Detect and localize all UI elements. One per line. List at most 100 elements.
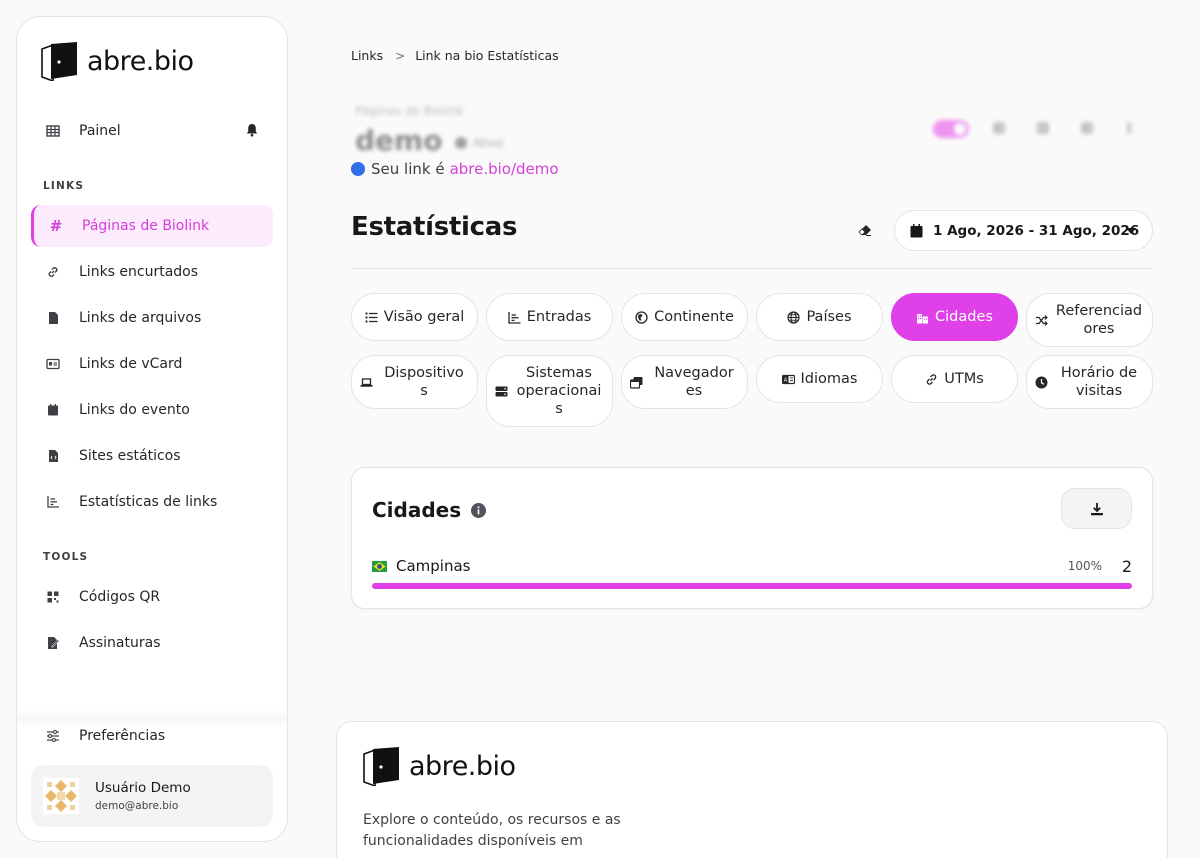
sliders-icon xyxy=(31,729,75,743)
footer-description: Explore o conteúdo, os recursos e as fun… xyxy=(363,812,621,849)
sidebar-item-label: Painel xyxy=(79,123,121,139)
tab-visit-hours[interactable]: Horário de visitas xyxy=(1026,355,1153,409)
user-email: demo@abre.bio xyxy=(95,800,179,812)
biolink-header-blurred: Páginas de Biolink demo Ativo xyxy=(351,100,1153,162)
globe-icon xyxy=(787,310,801,324)
active-toggle[interactable] xyxy=(933,120,969,138)
tab-overview[interactable]: Visão geral xyxy=(351,293,478,341)
tab-label: Países xyxy=(806,309,852,325)
sidebar-item-qr-codes[interactable]: Códigos QR xyxy=(31,576,273,618)
info-icon[interactable] xyxy=(471,502,487,518)
file-code-icon xyxy=(31,449,75,463)
tab-label: Continente xyxy=(654,309,734,325)
user-name: Usuário Demo xyxy=(95,780,191,796)
bell-icon[interactable] xyxy=(245,123,259,137)
link-icon xyxy=(31,265,75,279)
page-subtitle: Páginas de Biolink xyxy=(355,104,464,118)
tab-entries[interactable]: Entradas xyxy=(486,293,613,341)
sidebar-item-signatures[interactable]: Assinaturas xyxy=(31,622,273,664)
shuffle-icon xyxy=(1035,314,1048,327)
footer-brand-logo[interactable]: abre.bio xyxy=(361,746,516,786)
table-row: Campinas 100% 2 xyxy=(372,556,1132,576)
copy-icon[interactable] xyxy=(993,122,1005,134)
download-button[interactable] xyxy=(1061,488,1132,529)
table-icon xyxy=(31,124,75,138)
city-icon xyxy=(916,311,929,324)
tab-continent[interactable]: Continente xyxy=(621,293,748,341)
brand-logo[interactable]: abre.bio xyxy=(39,41,194,81)
city-percent: 100% xyxy=(1067,559,1102,573)
sidebar-item-label: Assinaturas xyxy=(79,635,161,651)
breadcrumb-current: Link na bio Estatísticas xyxy=(415,48,559,63)
chart-icon xyxy=(31,495,75,509)
brand-name: abre.bio xyxy=(409,750,516,782)
door-logo-icon xyxy=(363,747,399,786)
globe-africa-icon xyxy=(635,310,648,324)
sidebar-item-label: Links de vCard xyxy=(79,356,183,372)
biolink-url[interactable]: abre.bio/demo xyxy=(450,160,559,178)
sidebar-item-label: Sites estáticos xyxy=(79,448,181,464)
cities-card: Cidades Campinas 100% 2 xyxy=(351,467,1153,609)
external-link-icon[interactable] xyxy=(1037,122,1049,134)
language-icon: A xyxy=(781,373,795,386)
tab-cities[interactable]: Cidades xyxy=(891,293,1018,341)
brazil-flag-icon xyxy=(372,560,387,572)
clock-icon xyxy=(1035,376,1048,389)
tab-languages[interactable]: A Idiomas xyxy=(756,355,883,403)
breadcrumb-links[interactable]: Links xyxy=(351,48,383,63)
tab-browsers[interactable]: Navegador es xyxy=(621,355,748,409)
sidebar: abre.bio Painel LINKS # Páginas de Bioli… xyxy=(16,16,288,842)
city-progress-bar xyxy=(372,583,1132,589)
link-icon xyxy=(925,373,938,386)
card-title-text: Cidades xyxy=(372,498,462,522)
more-options-icon[interactable] xyxy=(1127,122,1131,134)
tab-referrers[interactable]: Referenciad ores xyxy=(1026,293,1153,347)
id-card-icon xyxy=(31,357,75,371)
sidebar-item-preferences[interactable]: Preferências xyxy=(31,715,273,757)
tab-countries[interactable]: Países xyxy=(756,293,883,341)
sidebar-item-vcard-links[interactable]: Links de vCard xyxy=(31,343,273,385)
sidebar-item-label: Links do evento xyxy=(79,402,190,418)
stats-title: Estatísticas xyxy=(351,212,518,242)
chevron-down-icon xyxy=(1126,228,1136,234)
status-badge: Ativo xyxy=(455,136,503,150)
tab-utms[interactable]: UTMs xyxy=(891,355,1018,403)
list-icon xyxy=(365,311,378,324)
sidebar-item-label: Códigos QR xyxy=(79,589,161,605)
city-name: Campinas xyxy=(396,557,471,575)
status-dot-icon xyxy=(455,137,467,149)
breadcrumb: Links > Link na bio Estatísticas xyxy=(351,48,559,63)
tab-label: UTMs xyxy=(944,371,984,387)
user-card[interactable]: Usuário Demo demo@abre.bio xyxy=(31,765,273,827)
sidebar-item-event-links[interactable]: Links do evento xyxy=(31,389,273,431)
door-logo-icon xyxy=(41,42,77,81)
calendar-icon xyxy=(910,223,923,237)
tab-devices[interactable]: Dispositivo s xyxy=(351,355,478,409)
status-label: Ativo xyxy=(473,136,504,150)
link-status-dot-icon xyxy=(351,162,365,176)
eraser-icon[interactable] xyxy=(858,223,872,237)
sidebar-item-static-sites[interactable]: Sites estáticos xyxy=(31,435,273,477)
file-icon xyxy=(31,311,75,325)
sidebar-item-label: Preferências xyxy=(79,728,166,744)
sidebar-item-link-stats[interactable]: Estatísticas de links xyxy=(31,481,273,523)
pencil-icon[interactable] xyxy=(1081,122,1093,134)
tab-label: Cidades xyxy=(935,309,993,325)
download-icon xyxy=(1090,502,1103,515)
tab-operating-systems[interactable]: Sistemas operacionai s xyxy=(486,355,613,427)
sidebar-item-label: Links encurtados xyxy=(79,264,199,280)
user-info: Usuário Demo demo@abre.bio xyxy=(95,780,191,812)
sidebar-item-label: Links de arquivos xyxy=(79,310,202,326)
sidebar-item-short-links[interactable]: Links encurtados xyxy=(31,251,273,293)
sidebar-item-biolink-pages[interactable]: # Páginas de Biolink xyxy=(31,205,273,247)
date-range-picker[interactable]: 1 Ago, 2026 - 31 Ago, 2026 xyxy=(894,210,1153,251)
card-title: Cidades xyxy=(372,498,487,522)
avatar xyxy=(43,778,79,814)
sidebar-item-dashboard[interactable]: Painel xyxy=(31,110,273,152)
breadcrumb-separator: > xyxy=(395,48,406,63)
brand-name: abre.bio xyxy=(87,45,194,77)
hash-icon: # xyxy=(49,217,63,235)
sidebar-item-file-links[interactable]: Links de arquivos xyxy=(31,297,273,339)
sidebar-item-label: Páginas de Biolink xyxy=(82,218,210,234)
server-icon xyxy=(495,385,508,398)
